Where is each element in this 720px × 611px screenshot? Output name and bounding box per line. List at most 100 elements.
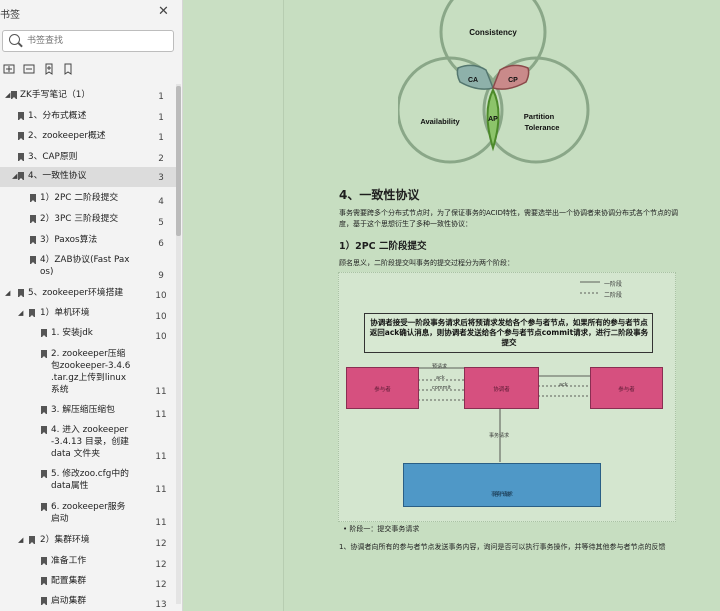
box-label-line2: 客户端	[493, 492, 511, 498]
bookmark-item[interactable]: 3、CAP原则 2	[0, 151, 176, 165]
bookmark-label: data属性	[51, 481, 89, 491]
sidebar-scrollbar[interactable]	[176, 84, 181, 604]
section-heading: 4、一致性协议	[339, 188, 420, 202]
page-number: 2	[158, 154, 164, 164]
bookmark-icon	[29, 536, 35, 544]
arrow-label: ack	[436, 375, 445, 381]
collapse-caret-icon[interactable]: ◢	[5, 289, 10, 297]
consistency-circle	[439, 0, 547, 86]
scrollbar-thumb[interactable]	[176, 86, 181, 236]
bookmark-item[interactable]: 4）ZAB协议(Fast Pax os) 9	[0, 254, 176, 282]
page-number: 5	[158, 218, 164, 228]
availability-label: Availability	[420, 117, 460, 126]
ca-label: CA	[468, 77, 478, 84]
bookmark-label: 3）Paxos算法	[40, 235, 98, 245]
bookmark-icon	[30, 194, 36, 202]
expand-all-icon[interactable]	[3, 60, 15, 74]
page-number: 1	[158, 113, 164, 123]
bookmark-icon	[18, 172, 24, 180]
collapse-caret-icon[interactable]: ◢	[18, 536, 23, 544]
search-icon	[9, 34, 20, 45]
bookmark-item[interactable]: 4. 进入 zookeeper -3.4.13 目录，创建 data 文件夹 1…	[0, 424, 176, 464]
bookmark-item[interactable]: ◢ 5、zookeeper环境搭建 10	[0, 287, 176, 301]
add-bookmark-icon[interactable]	[43, 60, 55, 75]
box-label: 参与者	[374, 387, 391, 393]
bookmark-icon[interactable]	[62, 60, 74, 75]
bookmark-item[interactable]: 6. zookeeper服务 启动 11	[0, 501, 176, 529]
bookmark-label: 2）集群环境	[40, 535, 90, 545]
bookmark-item[interactable]: 3. 解压缩压缩包 11	[0, 404, 176, 420]
page-number: 10	[155, 332, 167, 342]
panel-header: 书签 ✕	[0, 0, 182, 26]
paragraph: 事务需要跨多个分布式节点时，为了保证事务的ACID特性，需要选举出一个协调者来协…	[339, 209, 679, 228]
collapse-caret-icon[interactable]: ◢	[12, 172, 17, 180]
bookmark-panel: 书签 ✕ ◢ ZK手写笔记（1） 1 1、分布式概述 1 2、zookeeper…	[0, 0, 183, 611]
page-number: 11	[155, 452, 167, 462]
bookmark-icon	[30, 256, 36, 264]
bookmark-icon	[41, 329, 47, 337]
bookmark-label: 4. 进入 zookeeper	[51, 425, 129, 435]
bookmark-icon	[41, 577, 47, 585]
bookmark-label: data 文件夹	[51, 449, 101, 459]
bookmark-icon	[30, 215, 36, 223]
search-field[interactable]	[2, 30, 174, 52]
bookmark-item[interactable]: 配置集群 12	[0, 575, 176, 590]
bookmark-label: 配置集群	[51, 576, 87, 586]
participant-box-left: 参与者	[346, 367, 419, 409]
arrow-label: ack	[559, 382, 568, 388]
page-number: 6	[158, 239, 164, 249]
bookmark-icon	[41, 557, 47, 565]
bookmark-item[interactable]: 5. 修改zoo.cfg中的 data属性 11	[0, 468, 176, 496]
page-number: 13	[155, 600, 167, 610]
arrow-label: 预请求	[432, 364, 448, 370]
bookmark-item[interactable]: 3）Paxos算法 6	[0, 234, 176, 249]
bullet-item: • 阶段一：提交事务请求	[343, 525, 420, 533]
bookmark-item[interactable]: ◢ 1）单机环境 10	[0, 307, 176, 322]
client-box: 事务请求 客户端	[403, 463, 601, 507]
bookmark-item[interactable]: 2、zookeeper概述 1	[0, 130, 176, 144]
page-number: 11	[155, 485, 167, 495]
subsection-heading: 1）2PC 二阶段提交	[339, 241, 427, 252]
bookmark-label: 4）ZAB协议(Fast Pax	[40, 255, 130, 265]
bookmark-item[interactable]: 2. zookeeper压缩 包zookeeper-3.4.6 .tar.gz上…	[0, 348, 176, 398]
page-number: 12	[155, 580, 167, 590]
bookmark-item[interactable]: 1、分布式概述 1	[0, 110, 176, 124]
bookmark-item[interactable]: 启动集群 13	[0, 595, 176, 610]
bookmark-item-selected[interactable]: ◢ 4、一致性协议 3	[0, 167, 176, 187]
bookmark-item[interactable]: 1）2PC 二阶段提交 4	[0, 192, 176, 207]
panel-title: 书签	[0, 10, 20, 21]
bookmark-label: 包zookeeper-3.4.6	[51, 361, 131, 371]
collapse-caret-icon[interactable]: ◢	[5, 91, 10, 99]
box-label: 事务请求 客户端	[404, 478, 600, 498]
bookmark-label: -3.4.13 目录，创建	[51, 437, 129, 447]
bookmark-item[interactable]: ◢ 2）集群环境 12	[0, 534, 176, 549]
bookmark-icon	[18, 289, 24, 297]
bookmark-label: 1）单机环境	[40, 308, 90, 318]
bookmark-label: 3. 解压缩压缩包	[51, 405, 115, 415]
bookmark-label: 2）3PC 三阶段提交	[40, 214, 119, 224]
bookmark-item[interactable]: 1. 安装jdk 10	[0, 327, 176, 342]
page-number: 3	[158, 173, 164, 183]
bookmark-label: .tar.gz上传到linux	[51, 373, 127, 383]
collapse-all-icon[interactable]	[23, 60, 35, 74]
bookmark-item[interactable]: 准备工作 12	[0, 555, 176, 570]
page-number: 12	[155, 539, 167, 549]
bookmark-label: 4、一致性协议	[28, 171, 87, 181]
bookmark-item[interactable]: 2）3PC 三阶段提交 5	[0, 213, 176, 228]
search-input[interactable]	[27, 33, 167, 48]
page-number: 4	[158, 197, 164, 207]
paragraph: 顾名思义，二阶段提交叫事务的提交过程分为两个阶段：	[339, 259, 514, 267]
bookmark-label: 1）2PC 二阶段提交	[40, 193, 119, 203]
bookmark-icon	[30, 236, 36, 244]
bookmark-icon	[41, 597, 47, 605]
close-icon[interactable]: ✕	[158, 4, 169, 19]
diagram-note: 协调者接受一阶段事务请求后将预请求发给各个参与者节点，如果所有的参与者节点返回a…	[364, 313, 653, 353]
page-number: 10	[155, 291, 167, 301]
bookmark-item[interactable]: ◢ ZK手写笔记（1） 1	[0, 89, 176, 103]
note-text: 协调者接受一阶段事务请求后将预请求发给各个参与者节点，如果所有的参与者节点返回a…	[369, 318, 649, 347]
bookmark-label: 启动	[51, 514, 69, 524]
arrow-label: commit	[432, 385, 451, 391]
page-number: 10	[155, 312, 167, 322]
page-number: 11	[155, 518, 167, 528]
collapse-caret-icon[interactable]: ◢	[18, 309, 23, 317]
